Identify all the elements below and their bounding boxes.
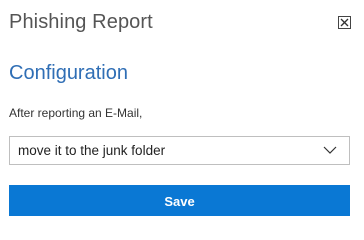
chevron-down-icon xyxy=(323,146,337,154)
action-select-value: move it to the junk folder xyxy=(18,143,166,158)
action-select[interactable]: move it to the junk folder xyxy=(9,136,350,165)
close-button[interactable] xyxy=(338,16,351,29)
action-label: After reporting an E-Mail, xyxy=(9,106,143,120)
save-button[interactable]: Save xyxy=(9,185,350,216)
section-title: Configuration xyxy=(9,62,128,84)
phishing-report-panel: Phishing Report Configuration After repo… xyxy=(0,0,364,226)
close-icon xyxy=(340,18,349,27)
panel-title: Phishing Report xyxy=(9,11,153,33)
